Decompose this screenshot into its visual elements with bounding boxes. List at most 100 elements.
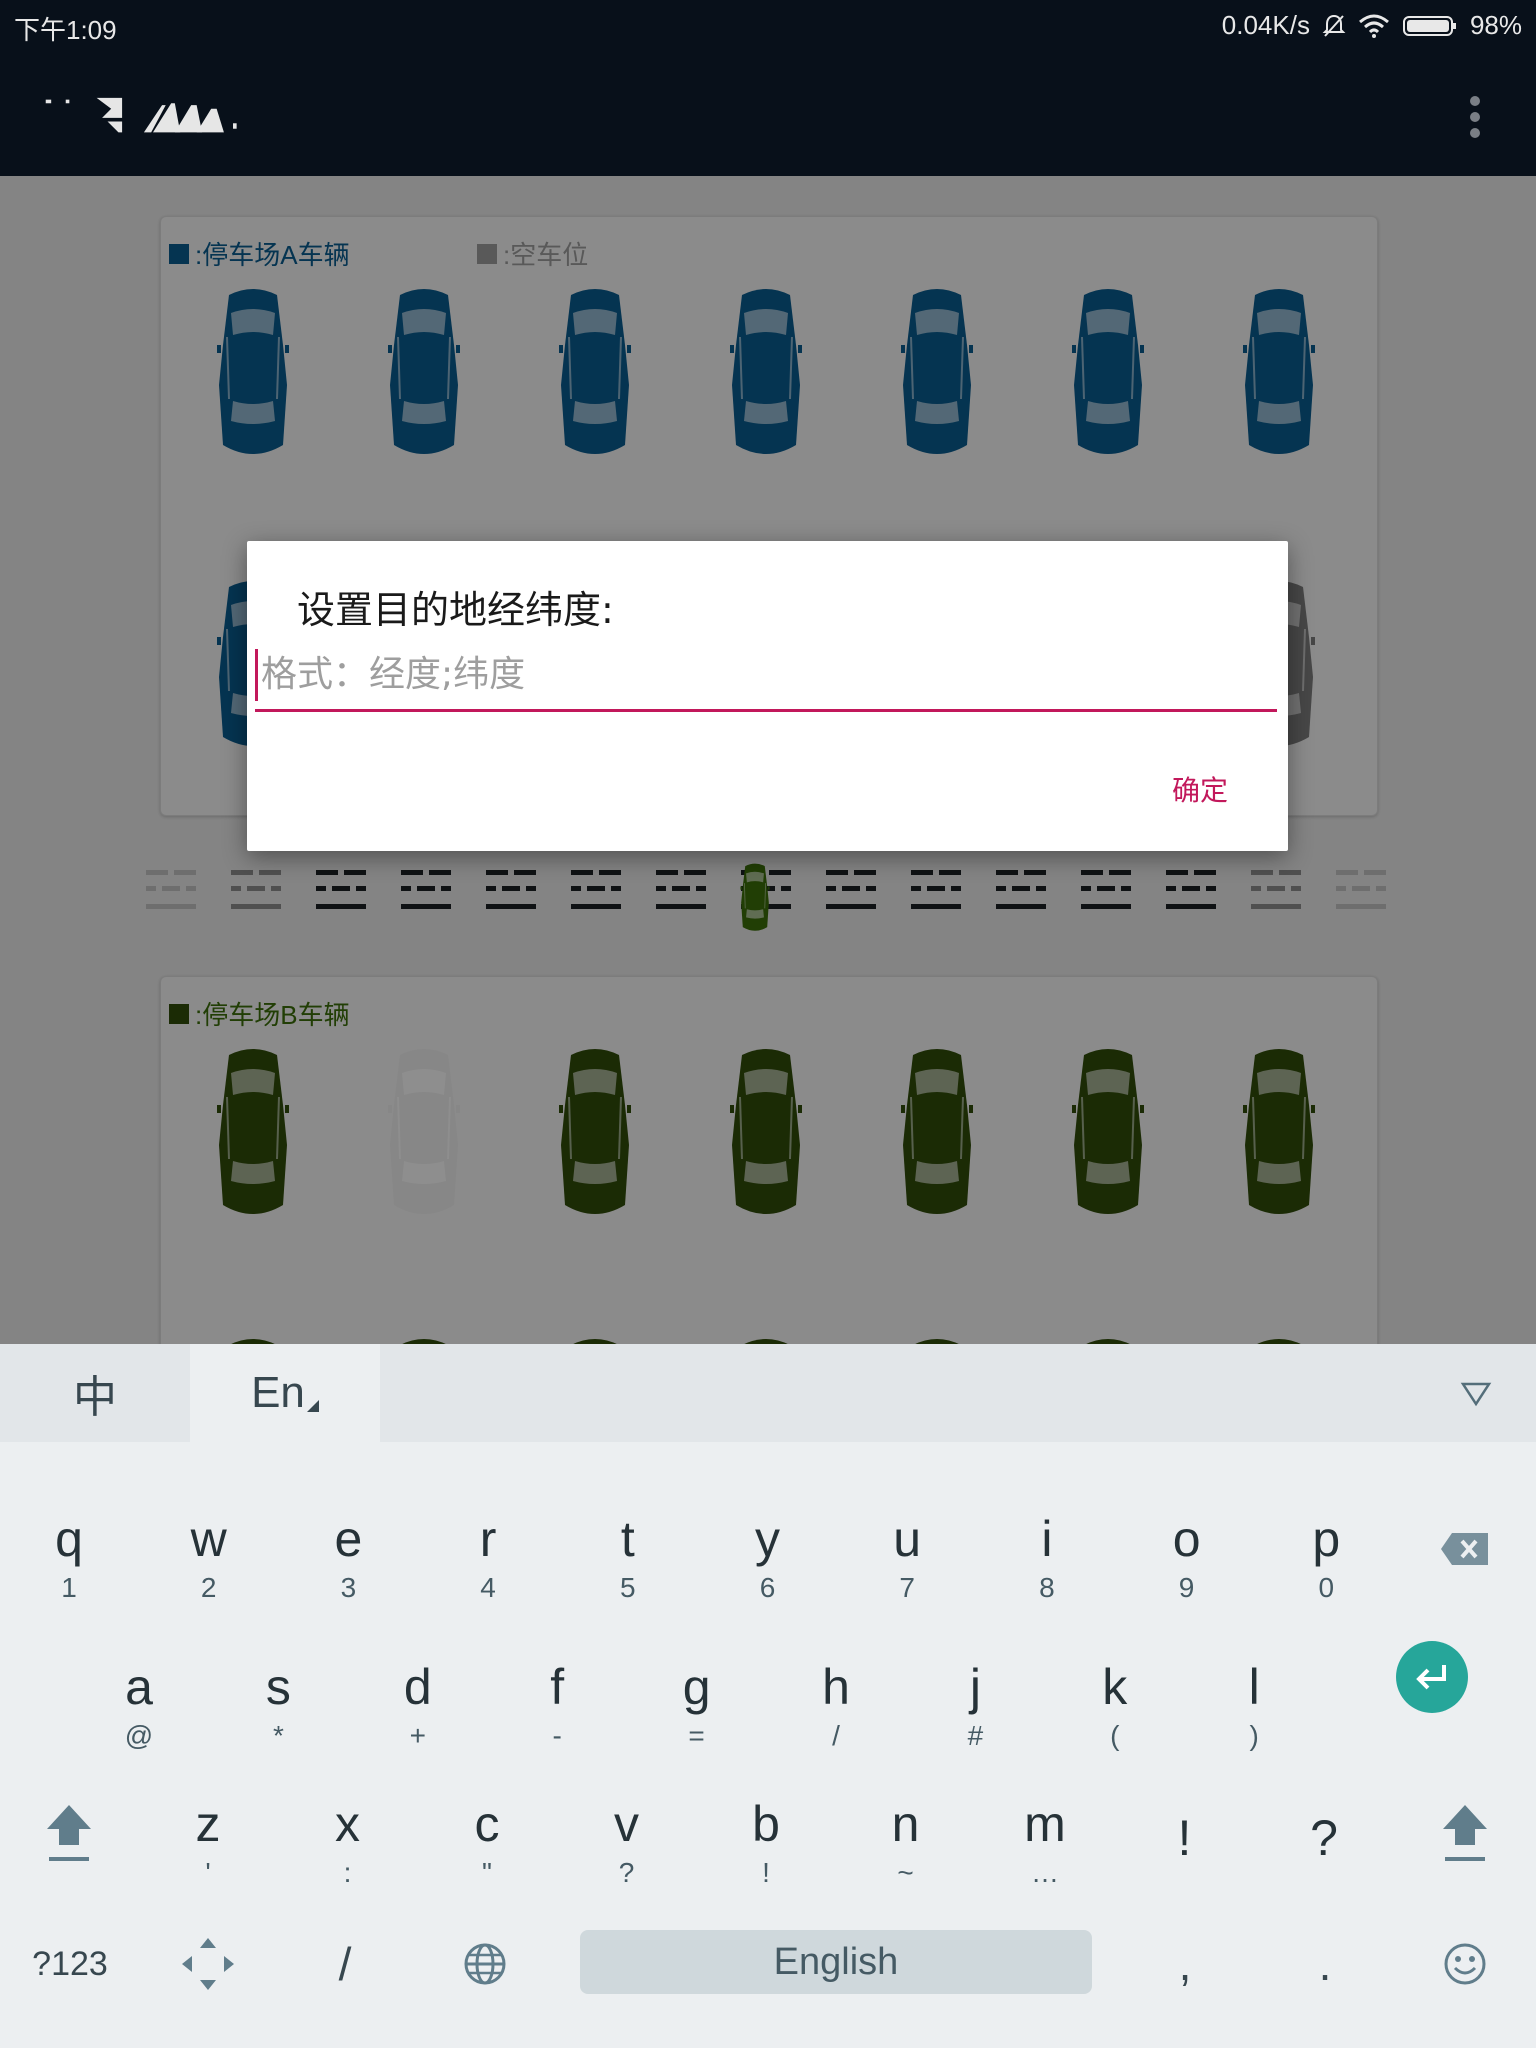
backspace-key[interactable] <box>1400 1484 1530 1614</box>
shift-arrow-icon <box>47 1805 91 1861</box>
key-char: m <box>1024 1796 1066 1852</box>
key-row1-2[interactable]: e3 <box>283 1484 413 1614</box>
mute-bell-icon <box>1322 14 1346 37</box>
overflow-menu-button[interactable] <box>1455 90 1495 150</box>
slash-key[interactable]: / <box>290 1914 400 2014</box>
key-char: w <box>190 1511 227 1567</box>
key-row2-7[interactable]: k( <box>1050 1632 1180 1762</box>
key-char: d <box>403 1659 432 1715</box>
key-alt-char: 8 <box>1039 1572 1055 1603</box>
hide-keyboard-button[interactable] <box>1446 1364 1506 1424</box>
emoji-smile-icon <box>1444 1943 1486 1985</box>
key-row3-3[interactable]: v? <box>562 1769 692 1899</box>
key-row1-6[interactable]: u7 <box>842 1484 972 1614</box>
emoji-key[interactable] <box>1410 1914 1520 2014</box>
key-row3-7[interactable]: ! <box>1120 1769 1250 1899</box>
key-alt-char: 4 <box>480 1572 496 1603</box>
corner-triangle-icon <box>306 1400 319 1412</box>
key-row2-0[interactable]: a @ <box>74 1632 204 1762</box>
key-row2-4[interactable]: g = <box>632 1632 762 1762</box>
soft-keyboard: 中 En q 1 w 2 e 3 r 4 t 5 y 6 u 7 i 8 o 9 p 0 a @ s * d + f - g = h / j # k… <box>0 1344 1536 2048</box>
key-char: a <box>125 1659 153 1715</box>
key-row2-2[interactable]: d + <box>353 1632 483 1762</box>
key-row1-7[interactable]: i8 <box>982 1484 1112 1614</box>
comma-key[interactable]: , <box>1130 1914 1240 2014</box>
dialog-title: 设置目的地经纬度: <box>297 588 614 632</box>
key-row3-0[interactable]: z ' <box>143 1769 273 1899</box>
key-row1-0[interactable]: q1 <box>4 1484 134 1614</box>
tab-english-label: En <box>251 1368 305 1417</box>
key-alt-char: ' <box>205 1857 211 1888</box>
key-char: x <box>335 1796 360 1852</box>
key-row3-2[interactable]: c " <box>422 1769 552 1899</box>
key-char: n <box>891 1796 920 1852</box>
key-alt-char: - <box>552 1720 562 1751</box>
key-alt-char: ! <box>762 1857 770 1888</box>
coordinates-input[interactable] <box>261 647 1261 701</box>
key-alt-char: # <box>967 1720 984 1751</box>
space-key[interactable]: English <box>580 1930 1092 1994</box>
key-alt-char: 3 <box>340 1572 357 1603</box>
key-row2-3[interactable]: f- <box>492 1632 622 1762</box>
key-alt-char: + <box>409 1720 426 1751</box>
key-alt-char: * <box>272 1720 284 1751</box>
key-row3-1[interactable]: x: <box>283 1769 413 1899</box>
key-row1-5[interactable]: y6 <box>703 1484 833 1614</box>
key-row2-8[interactable]: l) <box>1189 1632 1319 1762</box>
status-bar: 下午1:09 0.04K/s 98% <box>0 0 1536 50</box>
key-row1-8[interactable]: o9 <box>1122 1484 1252 1614</box>
tab-english[interactable]: En <box>190 1344 380 1442</box>
key-row3-8[interactable]: ? <box>1259 1769 1389 1899</box>
key-char: g <box>682 1659 711 1715</box>
shift-key-left[interactable] <box>4 1769 134 1899</box>
overflow-dot <box>1470 128 1480 138</box>
key-alt-char: 0 <box>1318 1572 1335 1603</box>
key-alt-char: @ <box>124 1720 154 1751</box>
key-char: t <box>620 1511 635 1567</box>
key-char: l <box>1248 1659 1260 1715</box>
language-key[interactable] <box>430 1914 540 2014</box>
key-row1-1[interactable]: w2 <box>144 1484 274 1614</box>
key-alt-char: = <box>688 1720 705 1751</box>
shift-key-right[interactable] <box>1400 1769 1530 1899</box>
key-char: e <box>334 1511 363 1567</box>
enter-key[interactable] <box>1396 1641 1468 1713</box>
key-char: c <box>474 1796 500 1852</box>
key-row1-9[interactable]: p0 <box>1261 1484 1391 1614</box>
key-row2-1[interactable]: s * <box>213 1632 343 1762</box>
app-bar <box>0 50 1536 176</box>
slash-key-label: / <box>338 1938 352 1990</box>
key-alt-char: 6 <box>759 1572 776 1603</box>
key-row1-3[interactable]: r4 <box>423 1484 553 1614</box>
tab-chinese[interactable]: 中 <box>0 1344 190 1442</box>
key-alt-char: ( <box>1110 1720 1120 1751</box>
key-alt-char: … <box>1031 1857 1059 1888</box>
wifi-icon <box>1358 14 1389 38</box>
key-char: b <box>752 1796 780 1852</box>
key-char: v <box>614 1796 639 1852</box>
confirm-button[interactable]: 确定 <box>1172 769 1228 809</box>
comma-key-label: , <box>1178 1938 1192 1990</box>
battery-percent: 98% <box>1469 10 1522 40</box>
key-char: i <box>1041 1511 1053 1567</box>
key-char: r <box>479 1511 497 1567</box>
backspace-icon <box>1441 1533 1488 1565</box>
cursor-move-key[interactable] <box>150 1914 266 2014</box>
coordinates-dialog: 设置目的地经纬度: 确定 <box>247 541 1288 851</box>
key-row3-6[interactable]: m… <box>980 1769 1110 1899</box>
key-row3-5[interactable]: n ~ <box>841 1769 971 1899</box>
symbols-key[interactable]: ?123 <box>0 1914 140 2014</box>
key-alt-char: / <box>832 1720 840 1751</box>
key-row1-4[interactable]: t5 <box>563 1484 693 1614</box>
key-char: f <box>550 1659 565 1715</box>
key-row2-6[interactable]: j # <box>910 1632 1040 1762</box>
period-key-label: . <box>1318 1938 1332 1990</box>
period-key[interactable]: . <box>1270 1914 1380 2014</box>
key-char: u <box>893 1511 922 1567</box>
key-char: h <box>822 1659 850 1715</box>
key-row3-4[interactable]: b! <box>701 1769 831 1899</box>
key-char: k <box>1102 1659 1128 1715</box>
triangle-down-icon <box>1460 1382 1492 1407</box>
app-logo <box>45 97 237 133</box>
key-row2-5[interactable]: h / <box>771 1632 901 1762</box>
